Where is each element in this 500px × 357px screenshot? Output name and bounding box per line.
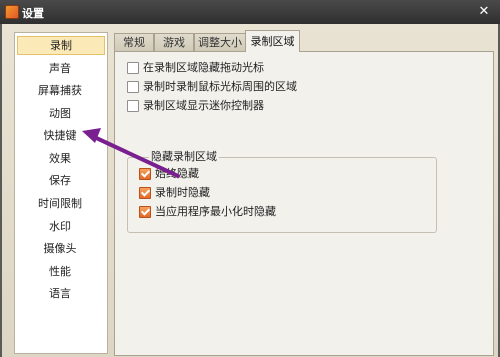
checkbox[interactable]: [127, 62, 139, 74]
option-label: 录制时录制鼠标光标周围的区域: [143, 80, 297, 93]
sidebar-item-performance[interactable]: 性能: [17, 262, 103, 281]
checkbox[interactable]: [127, 100, 139, 112]
sidebar-item-gif[interactable]: 动图: [17, 104, 103, 123]
sidebar-item-sound[interactable]: 声音: [17, 59, 103, 78]
window-title: 设置: [22, 7, 44, 20]
app-icon: [5, 5, 19, 19]
checkbox[interactable]: [127, 81, 139, 93]
sidebar-item-watermark[interactable]: 水印: [17, 217, 103, 236]
sidebar-item-screen-capture[interactable]: 屏幕捕获: [17, 81, 103, 100]
checkbox-checked[interactable]: [139, 168, 151, 180]
dialog-body: 录制 声音 屏幕捕获 动图 快捷键 效果 保存 时间限制 水印 摄像头 性能 语…: [2, 24, 498, 357]
tab-game[interactable]: 游戏: [154, 33, 194, 52]
record-area-panel: 在录制区域隐藏拖动光标 录制时录制鼠标光标周围的区域 录制区域显示迷你控制器 隐…: [114, 51, 494, 356]
option-label: 当应用程序最小化时隐藏: [155, 205, 276, 218]
sidebar-item-save[interactable]: 保存: [17, 171, 103, 190]
tab-resize[interactable]: 调整大小: [194, 33, 246, 52]
tab-general[interactable]: 常规: [114, 33, 154, 52]
checkbox-checked[interactable]: [139, 187, 151, 199]
settings-window: 设置 ✕ 录制 声音 屏幕捕获 动图 快捷键 效果 保存 时间限制 水印 摄像头…: [0, 0, 500, 357]
option-label: 在录制区域隐藏拖动光标: [143, 61, 264, 74]
group-title: 隐藏录制区域: [149, 148, 219, 164]
title-bar[interactable]: 设置 ✕: [0, 0, 500, 24]
sidebar-item-effects[interactable]: 效果: [17, 149, 103, 168]
option-label: 录制时隐藏: [155, 186, 210, 199]
sidebar-item-time-limit[interactable]: 时间限制: [17, 194, 103, 213]
close-button[interactable]: ✕: [475, 4, 493, 20]
sidebar: 录制 声音 屏幕捕获 动图 快捷键 效果 保存 时间限制 水印 摄像头 性能 语…: [14, 32, 108, 354]
option-label: 始终隐藏: [155, 167, 199, 180]
checkbox-checked[interactable]: [139, 206, 151, 218]
tab-strip: 常规 游戏 调整大小 录制区域: [114, 30, 494, 52]
sidebar-item-language[interactable]: 语言: [17, 284, 103, 303]
tab-record-area[interactable]: 录制区域: [245, 30, 300, 52]
sidebar-item-webcam[interactable]: 摄像头: [17, 239, 103, 258]
sidebar-item-record[interactable]: 录制: [17, 36, 105, 55]
option-label: 录制区域显示迷你控制器: [143, 99, 264, 112]
sidebar-item-hotkeys[interactable]: 快捷键: [17, 126, 103, 145]
